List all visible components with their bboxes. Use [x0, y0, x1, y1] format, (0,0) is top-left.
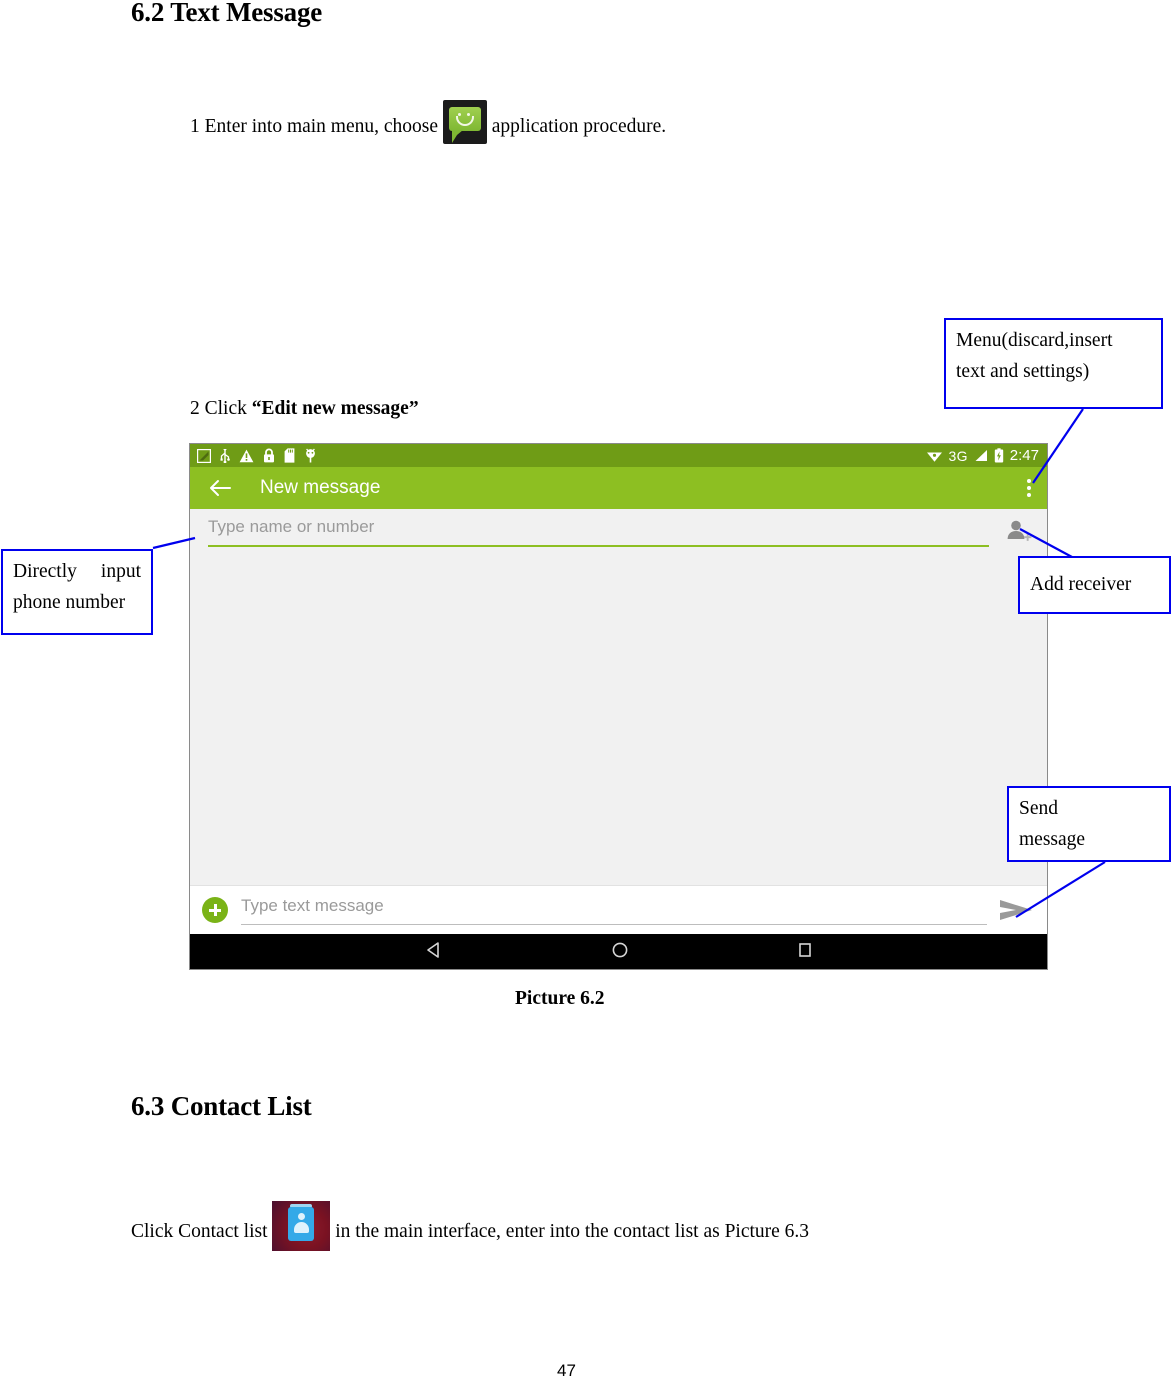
overflow-menu-icon[interactable]	[1027, 479, 1031, 497]
app-bar-title: New message	[260, 477, 381, 498]
callout-send-line2: message	[1019, 829, 1086, 850]
tablet-screenshot: 3G 2:47 New message Type name or number	[189, 443, 1048, 970]
callout-directly-word1: Directly	[13, 561, 77, 582]
back-nav-icon[interactable]	[424, 941, 444, 964]
step-1-line: 1 Enter into main menu, choose applicati…	[190, 100, 666, 144]
section-2-title: 6.3 Contact List	[131, 1091, 312, 1121]
message-input[interactable]: Type text message	[241, 896, 987, 925]
contacts-app-icon	[272, 1201, 331, 1251]
network-label: 3G	[948, 447, 968, 464]
signal-bars-icon	[975, 450, 987, 461]
recipient-input[interactable]: Type name or number	[208, 517, 989, 547]
screenshot-icon	[197, 448, 211, 463]
step-2-prefix: 2 Click	[190, 398, 247, 419]
android-status-bar: 3G 2:47	[190, 444, 1047, 467]
page-title: 6.2 Text Message	[131, 0, 323, 27]
back-arrow-icon[interactable]	[208, 478, 232, 498]
wifi-icon	[926, 452, 942, 462]
lock-icon	[264, 448, 274, 463]
callout-send-line1: Send	[1019, 798, 1058, 819]
contact-list-line: Click Contact list in the main interface…	[131, 1201, 809, 1251]
callout-menu-line1: Menu(discard,insert	[956, 330, 1113, 351]
step-1-suffix: application procedure.	[491, 116, 667, 137]
android-debug-icon	[306, 448, 315, 463]
callout-directly-word2: input	[100, 561, 141, 582]
usb-icon	[220, 449, 230, 463]
plus-attach-icon[interactable]	[202, 897, 228, 923]
callout-send-message: Send message	[1007, 786, 1171, 862]
add-person-icon[interactable]	[1003, 517, 1033, 547]
callout-directly-line2: phone number	[13, 592, 126, 613]
callout-directly-input: Directly input phone number	[1, 549, 153, 635]
home-nav-icon[interactable]	[611, 941, 629, 964]
conversation-area[interactable]	[190, 554, 1047, 885]
step-2-bold: “Edit new message”	[251, 398, 419, 419]
sms-app-icon	[442, 100, 487, 144]
send-arrow-icon[interactable]	[999, 896, 1033, 924]
recents-nav-icon[interactable]	[796, 941, 814, 964]
callout-add-receiver: Add receiver	[1018, 556, 1171, 614]
step-2-line: 2 Click “Edit new message”	[190, 398, 419, 420]
app-bar: New message	[190, 467, 1047, 509]
compose-row: Type text message	[190, 885, 1047, 934]
status-clock: 2:47	[1009, 447, 1039, 464]
sd-card-icon	[284, 448, 295, 463]
recipient-row: Type name or number	[190, 509, 1047, 554]
battery-icon	[994, 448, 1003, 463]
step-1-prefix: 1 Enter into main menu, choose	[190, 116, 439, 137]
callout-menu-line2: text and settings)	[956, 361, 1090, 382]
figure-caption: Picture 6.2	[515, 988, 605, 1009]
contact-line-prefix: Click Contact list	[131, 1221, 268, 1242]
page-number: 47	[557, 1361, 576, 1380]
callout-add-receiver-label: Add receiver	[1030, 574, 1132, 595]
android-nav-bar	[190, 934, 1047, 969]
contact-line-suffix: in the main interface, enter into the co…	[335, 1221, 810, 1242]
callout-menu: Menu(discard,insert text and settings)	[944, 318, 1163, 409]
warning-triangle-icon	[239, 449, 254, 462]
